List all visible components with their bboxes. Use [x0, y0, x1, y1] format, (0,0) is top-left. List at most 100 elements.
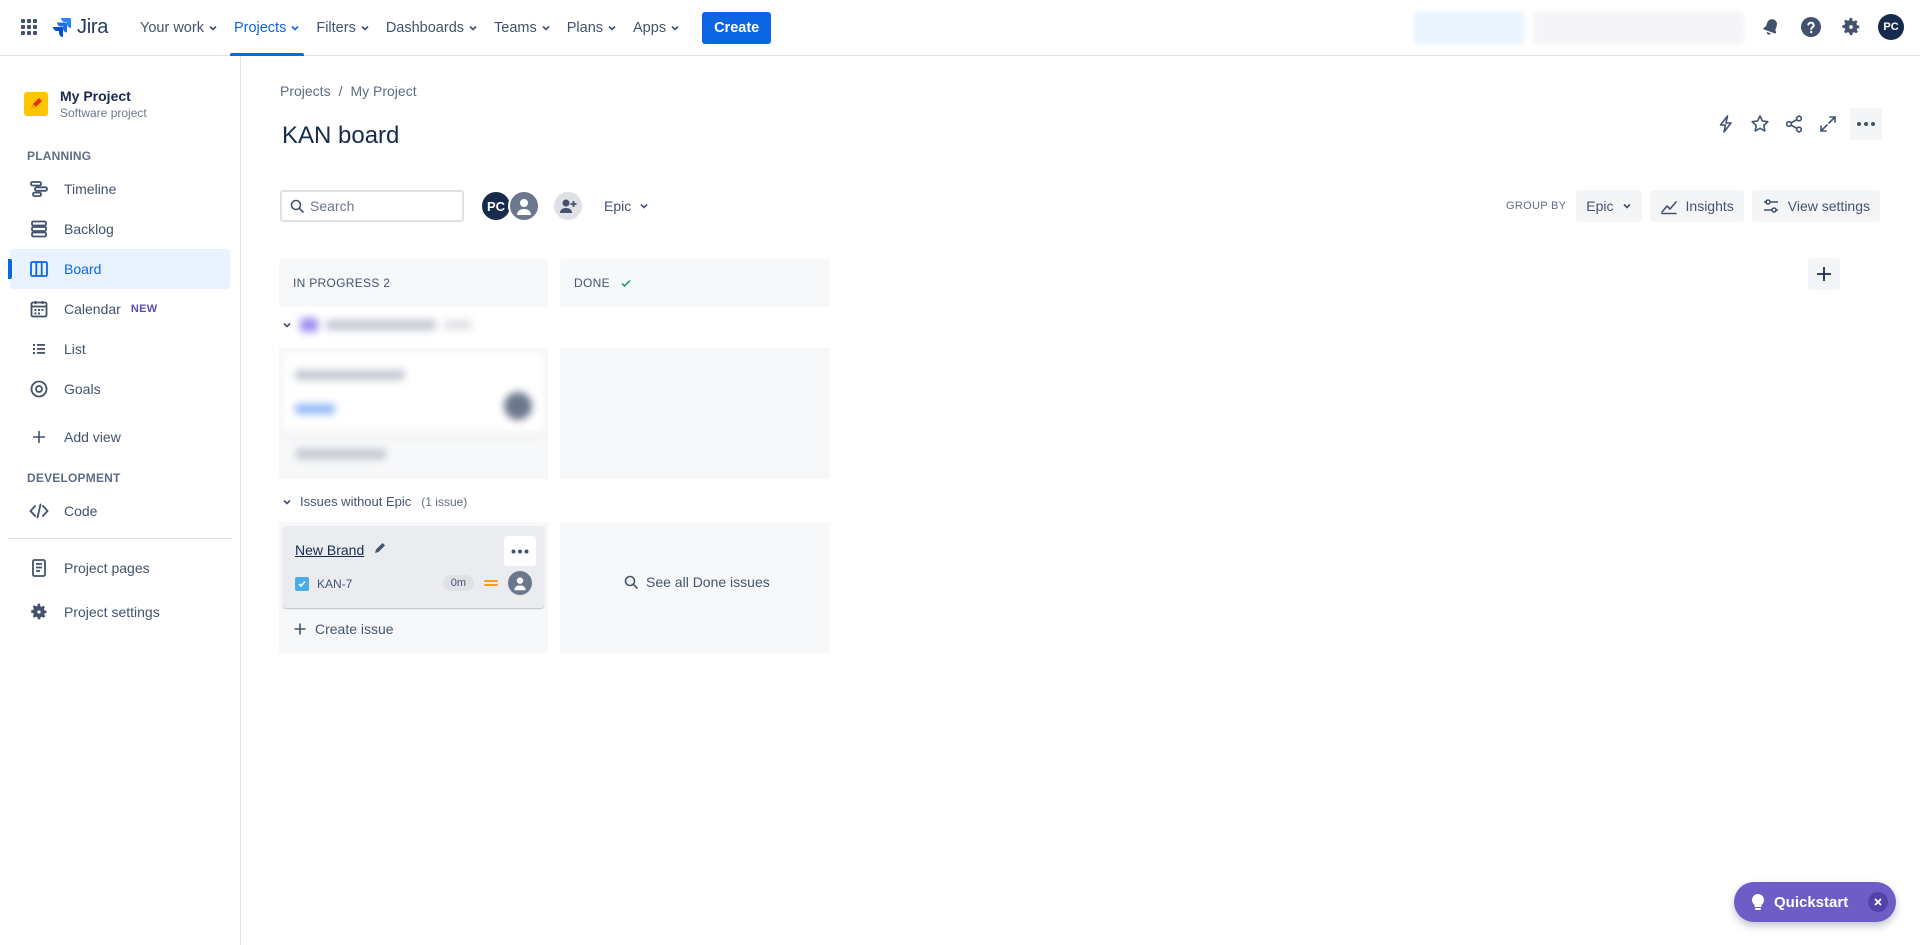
- issue-key-label[interactable]: KAN-7: [317, 577, 352, 591]
- sidebar-item-label: Code: [64, 503, 98, 519]
- quickstart-button[interactable]: Quickstart: [1734, 882, 1896, 922]
- column-header-in-progress[interactable]: IN PROGRESS 2: [279, 259, 548, 307]
- sidebar-item-project-pages[interactable]: Project pages: [10, 548, 230, 588]
- card-more-actions-button[interactable]: [504, 536, 536, 566]
- chevron-down-icon: [283, 322, 291, 328]
- sidebar-item-code[interactable]: Code: [10, 491, 230, 531]
- sidebar-item-backlog[interactable]: Backlog: [10, 209, 230, 249]
- issue-card-title[interactable]: New Brand: [295, 542, 364, 558]
- sliders-icon: [1763, 199, 1778, 213]
- column-header-done[interactable]: DONE: [560, 259, 830, 307]
- fullscreen-expand-icon[interactable]: [1816, 112, 1840, 136]
- column-title: DONE: [574, 276, 610, 290]
- sidebar-item-timeline[interactable]: Timeline: [10, 169, 230, 209]
- board-toolbar: PC Epic: [280, 190, 649, 222]
- epic-filter-dropdown[interactable]: Epic: [604, 198, 649, 214]
- planning-section-label: PLANNING: [27, 149, 92, 163]
- star-icon[interactable]: [1748, 112, 1772, 136]
- sidebar-item-board[interactable]: Board: [8, 249, 230, 289]
- view-settings-label: View settings: [1787, 198, 1870, 214]
- blurred-issue-card[interactable]: [283, 352, 544, 434]
- project-header[interactable]: My Project Software project: [24, 88, 147, 120]
- nav-your-work[interactable]: Your work: [132, 0, 226, 56]
- nav-projects-label: Projects: [233, 20, 287, 36]
- user-avatar[interactable]: PC: [1878, 14, 1904, 40]
- sidebar-item-list[interactable]: List: [10, 329, 230, 369]
- close-icon: [1874, 898, 1882, 906]
- search-input[interactable]: [310, 198, 450, 214]
- assignee-avatar[interactable]: [508, 571, 532, 595]
- avatar-filter-unassigned[interactable]: [508, 190, 540, 222]
- notifications-bell-icon[interactable]: [1758, 14, 1784, 40]
- blurred-topnav-button[interactable]: [1414, 11, 1524, 45]
- see-all-done-label: See all Done issues: [646, 574, 770, 590]
- user-icon: [514, 577, 526, 591]
- issue-key: KAN-7: [295, 577, 352, 591]
- jira-logo[interactable]: Jira: [52, 16, 108, 39]
- jira-logo-text: Jira: [77, 16, 109, 38]
- group-by-label: GROUP BY: [1506, 200, 1567, 212]
- breadcrumb: Projects / My Project: [280, 83, 417, 99]
- sidebar-item-add-view[interactable]: Add view: [10, 417, 230, 457]
- chevron-down-icon: [291, 25, 299, 31]
- task-type-icon: [295, 577, 309, 591]
- edit-pencil-icon[interactable]: [373, 541, 387, 555]
- create-issue-button[interactable]: Create issue: [293, 621, 394, 637]
- app-switcher-icon[interactable]: [20, 18, 40, 38]
- more-actions-button[interactable]: [1850, 108, 1882, 140]
- sidebar-item-calendar[interactable]: Calendar NEW: [10, 289, 230, 329]
- calendar-icon: [28, 298, 50, 320]
- board-search[interactable]: [280, 190, 464, 222]
- plus-icon: [28, 426, 50, 448]
- nav-dashboards-label: Dashboards: [385, 20, 465, 36]
- nav-teams[interactable]: Teams: [486, 0, 559, 56]
- breadcrumb-separator: /: [338, 83, 343, 99]
- share-icon[interactable]: [1782, 112, 1806, 136]
- breadcrumb-projects[interactable]: Projects: [280, 83, 331, 99]
- quickstart-close-button[interactable]: [1868, 892, 1888, 912]
- code-icon: [28, 500, 50, 522]
- see-all-done-issues-button[interactable]: See all Done issues: [624, 574, 770, 590]
- view-settings-button[interactable]: View settings: [1751, 190, 1880, 222]
- nav-plans[interactable]: Plans: [559, 0, 625, 56]
- nav-dashboards[interactable]: Dashboards: [378, 0, 486, 56]
- board-right-tools: GROUP BY Epic Insights View settings: [1506, 190, 1880, 222]
- automation-lightning-icon[interactable]: [1714, 112, 1738, 136]
- help-icon[interactable]: [1798, 14, 1824, 40]
- chevron-down-icon: [608, 25, 616, 31]
- nav-apps[interactable]: Apps: [625, 0, 688, 56]
- swimlane-header-no-epic[interactable]: Issues without Epic (1 issue): [282, 494, 467, 509]
- blurred-create-issue[interactable]: [296, 449, 386, 459]
- blurred-epic-label: [300, 318, 472, 332]
- add-column-button[interactable]: [1808, 258, 1840, 290]
- more-horizontal-icon: [1857, 122, 1875, 126]
- chevron-down-icon: [283, 499, 291, 505]
- sidebar-item-label: Timeline: [64, 181, 117, 197]
- sidebar: My Project Software project PLANNING Tim…: [0, 56, 241, 945]
- swimlane-epic-done-cell: [560, 348, 830, 479]
- column-title: IN PROGRESS 2: [293, 276, 391, 290]
- sidebar-item-goals[interactable]: Goals: [10, 369, 230, 409]
- nav-filters[interactable]: Filters: [308, 0, 377, 56]
- blurred-topnav-search[interactable]: [1534, 11, 1744, 45]
- insights-button[interactable]: Insights: [1649, 190, 1744, 222]
- board-header-actions: [1714, 108, 1882, 140]
- chevron-down-icon: [209, 25, 217, 31]
- settings-gear-icon: [28, 601, 50, 623]
- nav-projects[interactable]: Projects: [226, 0, 308, 56]
- sidebar-item-label: Project pages: [64, 560, 150, 576]
- user-icon: [517, 199, 531, 215]
- time-estimate-pill: 0m: [442, 575, 474, 591]
- chevron-down-icon: [1622, 203, 1631, 209]
- page-title: KAN board: [282, 122, 400, 149]
- add-people-button[interactable]: [552, 190, 584, 222]
- chevron-down-icon: [671, 25, 679, 31]
- settings-gear-icon[interactable]: [1838, 14, 1864, 40]
- swimlane-header-epic[interactable]: [282, 318, 472, 332]
- issue-card-kan-7[interactable]: New Brand KAN-7 0m: [283, 526, 544, 608]
- group-by-dropdown[interactable]: Epic: [1576, 190, 1642, 222]
- sidebar-item-project-settings[interactable]: Project settings: [10, 592, 230, 632]
- create-button[interactable]: Create: [702, 12, 772, 44]
- breadcrumb-my-project[interactable]: My Project: [350, 83, 416, 99]
- sidebar-item-label: Calendar: [64, 301, 121, 317]
